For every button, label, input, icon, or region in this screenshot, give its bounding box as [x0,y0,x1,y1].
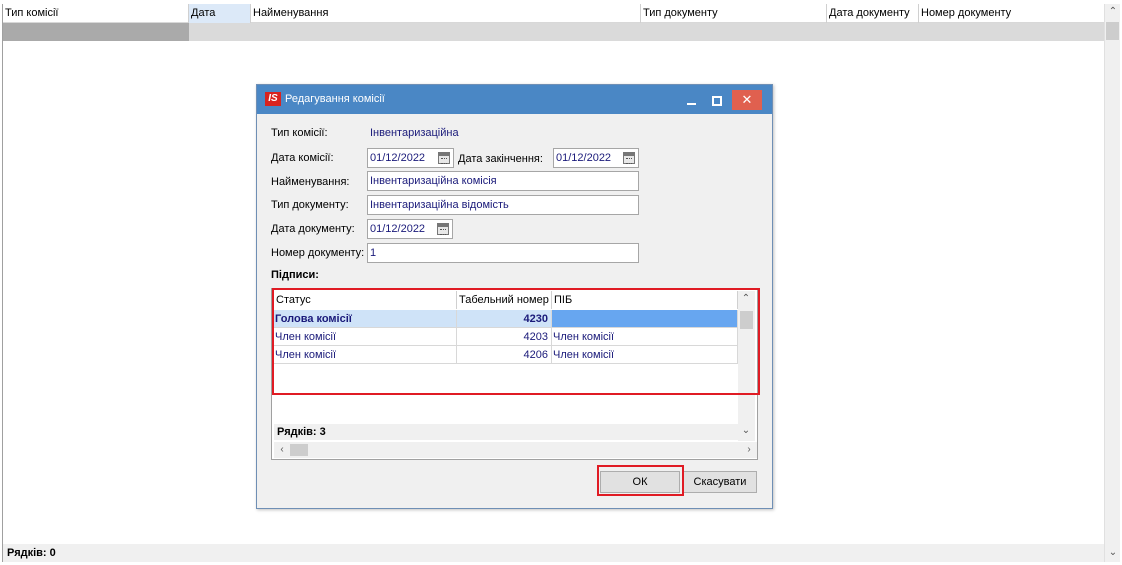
commission-date-value: 01/12/2022 [370,152,426,164]
table-cell[interactable] [3,23,189,41]
column-header-tab-number[interactable]: Табельний номер [457,291,552,309]
column-header-status[interactable]: Статус [274,291,457,309]
edit-commission-dialog: IS Редагування комісії ✕ Тип комісії: Ін… [256,84,773,509]
app-logo-icon: IS [265,92,281,106]
column-header-name[interactable]: Найменування [251,4,641,23]
commission-type-value: Інвентаризаційна [370,127,459,139]
status-cell[interactable]: Член комісії [274,346,457,364]
table-row[interactable]: Голова комісії 4230 [274,310,738,328]
signatures-horizontal-scrollbar[interactable]: ‹ › [274,442,757,458]
scroll-down-icon[interactable]: ⌄ [1105,545,1121,561]
doc-number-label: Номер документу: [271,247,365,259]
doc-type-label: Тип документу: [271,199,349,211]
end-date-field[interactable]: 01/12/2022 [553,148,639,168]
main-vertical-scrollbar[interactable]: ⌃ ⌄ [1104,4,1120,562]
scroll-down-icon[interactable]: ⌄ [738,423,754,439]
doc-date-label: Дата документу: [271,223,355,235]
doc-number-input[interactable]: 1 [367,243,639,263]
signatures-vertical-scrollbar[interactable]: ⌃ ⌄ [738,291,755,441]
column-header-full-name[interactable]: ПІБ [552,291,738,309]
minimize-icon [686,102,696,105]
doc-type-input[interactable]: Інвентаризаційна відомість [367,195,639,215]
calendar-icon[interactable] [623,152,635,164]
calendar-icon[interactable] [437,223,449,235]
commission-type-label: Тип комісії: [271,127,328,139]
name-label: Найменування: [271,176,350,188]
scroll-right-icon[interactable]: › [741,442,757,458]
scroll-left-icon[interactable]: ‹ [274,442,290,458]
column-header-doc-type[interactable]: Тип документу [641,4,827,23]
tab-number-cell[interactable]: 4206 [457,346,552,364]
scroll-thumb[interactable] [290,444,308,456]
scroll-up-icon[interactable]: ⌃ [1105,4,1121,20]
tab-number-cell[interactable]: 4203 [457,328,552,346]
end-date-value: 01/12/2022 [556,152,612,164]
full-name-cell[interactable]: Член комісії [552,346,738,364]
end-date-label: Дата закінчення: [458,153,543,165]
table-row[interactable]: Член комісії 4206 Член комісії [274,346,738,364]
column-header-doc-date[interactable]: Дата документу [827,4,919,23]
scroll-thumb[interactable] [1106,22,1119,40]
commission-date-field[interactable]: 01/12/2022 [367,148,454,168]
name-input[interactable]: Інвентаризаційна комісія [367,171,639,191]
status-cell[interactable]: Голова комісії [274,310,457,328]
full-name-cell[interactable] [552,310,738,328]
signatures-row-count: Рядків: 3 [274,424,738,440]
maximize-button[interactable] [703,90,731,110]
cancel-button[interactable]: Скасувати [683,471,757,493]
doc-date-field[interactable]: 01/12/2022 [367,219,453,239]
commission-date-label: Дата комісії: [271,152,334,164]
minimize-button[interactable] [677,90,705,110]
table-row[interactable]: Член комісії 4203 Член комісії [274,328,738,346]
calendar-icon[interactable] [438,152,450,164]
scroll-thumb[interactable] [740,311,753,329]
main-grid-header: Тип комісії Дата Найменування Тип докуме… [3,4,1105,23]
close-button[interactable]: ✕ [732,90,762,110]
dialog-title: Редагування комісії [285,93,385,105]
doc-date-value: 01/12/2022 [370,223,426,235]
main-grid-row-count: Рядків: 0 [3,544,1105,562]
column-header-date[interactable]: Дата [189,4,251,23]
ok-button[interactable]: ОК [600,471,680,493]
scroll-up-icon[interactable]: ⌃ [738,291,754,307]
signatures-grid-header: Статус Табельний номер ПІБ [274,291,738,309]
table-row[interactable] [3,23,1105,41]
full-name-cell[interactable]: Член комісії [552,328,738,346]
maximize-icon [712,95,722,106]
dialog-titlebar[interactable]: IS Редагування комісії ✕ [257,85,772,114]
column-header-commission-type[interactable]: Тип комісії [3,4,189,23]
signatures-grid[interactable]: Статус Табельний номер ПІБ Голова комісі… [271,288,758,460]
signatures-label: Підписи: [271,269,319,281]
tab-number-cell[interactable]: 4230 [457,310,552,328]
column-header-doc-number[interactable]: Номер документу [919,4,1105,23]
close-icon: ✕ [741,92,753,107]
status-cell[interactable]: Член комісії [274,328,457,346]
